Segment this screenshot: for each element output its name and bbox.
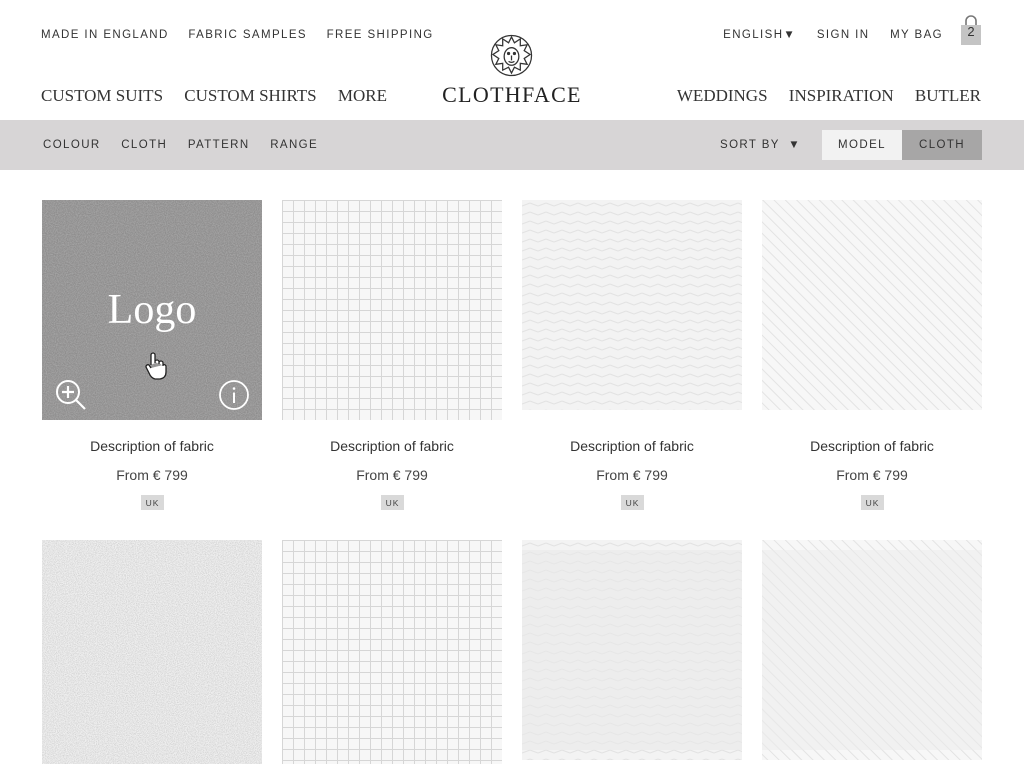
- nav-custom-shirts[interactable]: CUSTOM SHIRTS: [184, 86, 316, 105]
- filter-cloth[interactable]: CLOTH: [121, 139, 167, 151]
- product-price: From € 799: [836, 467, 908, 483]
- product-price: From € 799: [116, 467, 188, 483]
- hand-cursor-icon: [145, 352, 167, 380]
- product-card[interactable]: Description of fabric From € 799 UK: [282, 200, 502, 520]
- nav-butler[interactable]: BUTLER: [915, 86, 981, 105]
- product-card[interactable]: [42, 540, 262, 764]
- fabric-swatch[interactable]: [762, 200, 982, 410]
- filter-colour[interactable]: COLOUR: [43, 139, 101, 151]
- info-icon[interactable]: [218, 379, 250, 411]
- product-card[interactable]: [522, 540, 742, 764]
- sign-in-link[interactable]: SIGN IN: [817, 29, 870, 41]
- bag-count: 2: [967, 24, 975, 39]
- product-description[interactable]: Description of fabric: [282, 438, 502, 454]
- filter-bar: COLOUR CLOTH PATTERN RANGE SORT BY ▼ MOD…: [0, 120, 1024, 170]
- main-nav-left: CUSTOM SUITS CUSTOM SHIRTS MORE: [41, 86, 404, 106]
- origin-badge: UK: [141, 495, 164, 510]
- nav-inspiration[interactable]: INSPIRATION: [789, 86, 894, 105]
- filter-list: COLOUR CLOTH PATTERN RANGE: [43, 139, 334, 151]
- product-card[interactable]: Logo Description of fabric From € 799 UK: [42, 200, 262, 520]
- swatch-logo-overlay: Logo: [107, 287, 197, 333]
- fabric-swatch[interactable]: [522, 540, 742, 760]
- nav-custom-suits[interactable]: CUSTOM SUITS: [41, 86, 163, 105]
- view-toggle-model[interactable]: MODEL: [822, 130, 902, 160]
- main-nav-right: WEDDINGS INSPIRATION BUTLER: [660, 86, 981, 106]
- sort-by-label: SORT BY: [720, 139, 780, 151]
- lion-head-icon[interactable]: [490, 34, 533, 77]
- free-shipping-link[interactable]: FREE SHIPPING: [327, 29, 434, 41]
- product-card[interactable]: Description of fabric From € 799 UK: [522, 200, 742, 520]
- my-bag-link[interactable]: MY BAG: [890, 29, 943, 41]
- product-description[interactable]: Description of fabric: [522, 438, 742, 454]
- product-description[interactable]: Description of fabric: [762, 438, 982, 454]
- utility-nav-left: MADE IN ENGLAND FABRIC SAMPLES FREE SHIP…: [41, 29, 449, 41]
- fabric-swatch[interactable]: [282, 540, 502, 764]
- fabric-swatch[interactable]: [762, 540, 982, 760]
- filter-pattern[interactable]: PATTERN: [188, 139, 250, 151]
- caret-down-icon: ▼: [788, 139, 802, 151]
- fabric-swatch[interactable]: [42, 540, 262, 764]
- view-toggle-cloth[interactable]: CLOTH: [902, 130, 982, 160]
- origin-badge: UK: [861, 495, 884, 510]
- product-price: From € 799: [356, 467, 428, 483]
- product-card[interactable]: [762, 540, 982, 764]
- product-description[interactable]: Description of fabric: [42, 438, 262, 454]
- origin-badge: UK: [621, 495, 644, 510]
- origin-badge: UK: [381, 495, 404, 510]
- fabric-swatch[interactable]: [282, 200, 502, 420]
- language-selector[interactable]: ENGLISH▼: [723, 29, 796, 41]
- language-label: ENGLISH: [723, 29, 784, 41]
- utility-nav-right: ENGLISH▼ SIGN IN MY BAG: [707, 29, 943, 41]
- product-card[interactable]: [282, 540, 502, 764]
- fabric-samples-link[interactable]: FABRIC SAMPLES: [188, 29, 307, 41]
- fabric-swatch[interactable]: [522, 200, 742, 410]
- nav-weddings[interactable]: WEDDINGS: [677, 86, 768, 105]
- caret-down-icon: ▼: [783, 29, 797, 41]
- product-price: From € 799: [596, 467, 668, 483]
- filter-range[interactable]: RANGE: [270, 139, 318, 151]
- nav-more[interactable]: MORE: [338, 86, 387, 105]
- made-in-england-link[interactable]: MADE IN ENGLAND: [41, 29, 169, 41]
- zoom-in-icon[interactable]: [55, 379, 87, 411]
- sort-by-dropdown[interactable]: SORT BY ▼: [720, 139, 801, 151]
- product-card[interactable]: Description of fabric From € 799 UK: [762, 200, 982, 520]
